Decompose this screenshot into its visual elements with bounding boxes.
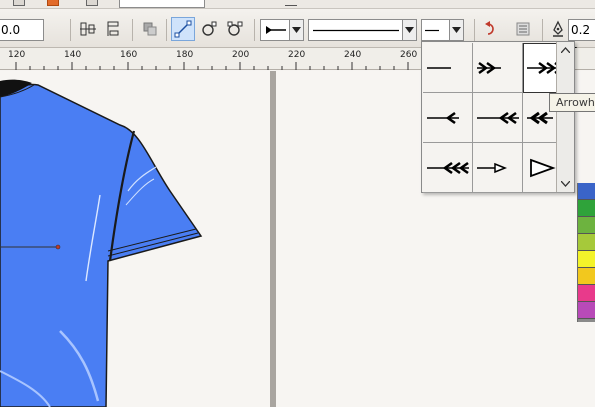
standard-toolbar-strip: [0, 0, 595, 9]
arrowhead-option-triple-left[interactable]: [423, 143, 473, 193]
chevron-down-icon[interactable]: [402, 20, 416, 40]
save-icon[interactable]: [13, 0, 25, 6]
arrowhead-option-double-left[interactable]: [473, 93, 523, 143]
arrow-left-double-icon: [476, 111, 519, 124]
arrowhead-option-double-chevron[interactable]: [473, 43, 523, 93]
separator: [474, 19, 475, 41]
scroll-up-icon[interactable]: [557, 42, 574, 58]
import-icon[interactable]: [47, 0, 59, 6]
wrap-text-icon[interactable]: [511, 17, 535, 41]
ruler-label: 220: [288, 50, 306, 60]
ruler-label: 260: [400, 50, 418, 60]
arrowhead-none-icon: [425, 29, 439, 32]
color-swatch[interactable]: [578, 285, 595, 302]
zoom-field[interactable]: [119, 0, 205, 8]
arrowhead-grid: [423, 43, 573, 193]
double-chevron-right-icon: [476, 61, 501, 74]
group-icon[interactable]: [138, 17, 162, 41]
arrow-left-triple-icon: [426, 161, 469, 174]
arrowhead-option-none[interactable]: [423, 43, 473, 93]
color-palette: [577, 183, 595, 322]
chevron-down-icon[interactable]: [449, 20, 463, 40]
color-swatch[interactable]: [578, 217, 595, 234]
ruler-label: 180: [176, 50, 194, 60]
distribute-icon[interactable]: [102, 17, 126, 41]
color-swatch[interactable]: [578, 251, 595, 268]
color-swatch[interactable]: [578, 268, 595, 285]
ruler-label: 240: [344, 50, 362, 60]
line-style-preview-icon: [313, 29, 399, 32]
arrowhead-option-hollow-small[interactable]: [473, 143, 523, 193]
start-arrowhead-selector[interactable]: [260, 19, 304, 41]
color-swatch[interactable]: [578, 234, 595, 251]
separator: [166, 19, 167, 41]
scroll-down-icon[interactable]: [557, 176, 574, 192]
separator: [132, 19, 133, 41]
color-swatch[interactable]: [578, 302, 595, 319]
align-icon[interactable]: [76, 17, 100, 41]
export-icon[interactable]: [86, 0, 98, 6]
position-field[interactable]: 0.0: [0, 19, 44, 41]
chevron-down-icon[interactable]: [289, 20, 303, 40]
line-style-selector[interactable]: [308, 19, 417, 41]
ruler-label: 140: [64, 50, 82, 60]
ruler-label: 160: [120, 50, 138, 60]
separator: [542, 19, 543, 41]
reverse-direction-icon[interactable]: [479, 17, 503, 41]
ruler-label: 200: [232, 50, 250, 60]
ruler-label: 120: [8, 50, 26, 60]
separator: [70, 19, 71, 41]
popup-scrollbar[interactable]: [556, 42, 574, 192]
outline-pen-icon[interactable]: [546, 17, 570, 41]
arrowhead-option-single-left[interactable]: [423, 93, 473, 143]
arrowhead-picker-popup[interactable]: [421, 41, 575, 193]
arrowhead-preview-icon: [266, 26, 286, 34]
bezier-tool-icon[interactable]: [223, 17, 247, 41]
line-plain-icon: [426, 66, 451, 69]
tshirt-drawing[interactable]: [0, 71, 300, 407]
curve-tool-icon[interactable]: [197, 17, 221, 41]
separator: [254, 19, 255, 41]
color-swatch[interactable]: [578, 200, 595, 217]
end-arrowhead-selector[interactable]: [421, 19, 464, 41]
line-tool-icon[interactable]: [171, 17, 195, 41]
hollow-triangle-small-icon: [476, 162, 507, 173]
color-swatch[interactable]: [578, 183, 595, 200]
snap-icon[interactable]: [285, 0, 297, 6]
tooltip: Arrowhe: [549, 93, 595, 112]
arrow-left-single-icon: [426, 111, 459, 124]
outline-width-field[interactable]: 0.2 n: [568, 19, 595, 57]
